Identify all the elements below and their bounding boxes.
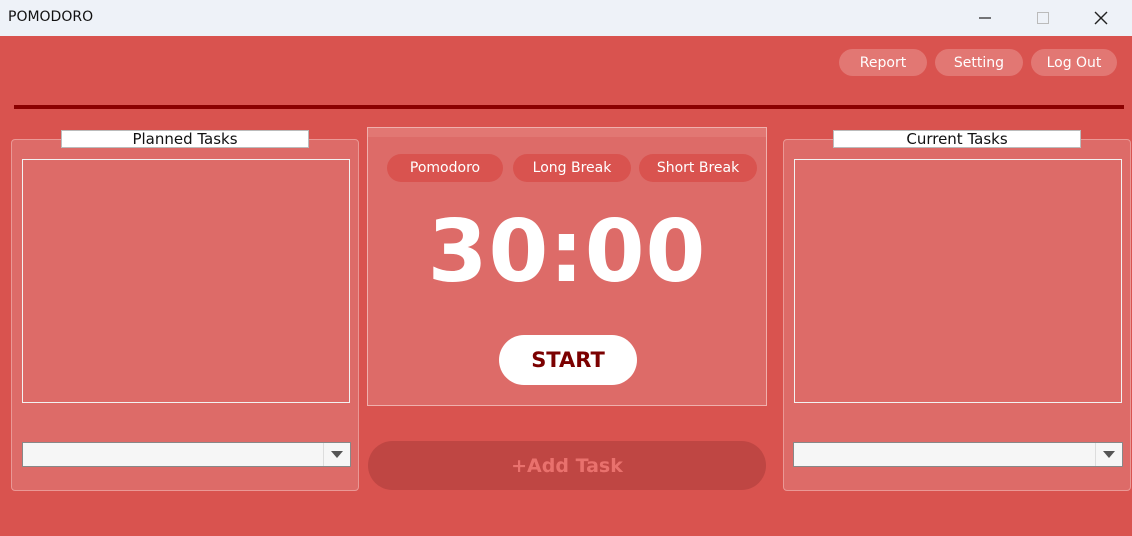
- close-button[interactable]: [1072, 0, 1130, 36]
- current-tasks-dropdown[interactable]: [793, 442, 1123, 467]
- chevron-down-icon: [1095, 443, 1122, 466]
- maximize-icon: [1037, 12, 1049, 24]
- planned-tasks-panel: [11, 139, 359, 491]
- window-title: POMODORO: [8, 9, 94, 25]
- planned-tasks-title: Planned Tasks: [61, 130, 309, 148]
- current-tasks-title: Current Tasks: [833, 130, 1081, 148]
- main-area: Report Setting Log Out Planned Tasks Cur…: [0, 36, 1132, 536]
- window-titlebar: POMODORO: [0, 0, 1132, 36]
- short-break-mode-button[interactable]: Short Break: [639, 154, 757, 182]
- long-break-mode-button[interactable]: Long Break: [513, 154, 631, 182]
- timer-display: 30:00: [427, 202, 707, 302]
- minimize-button[interactable]: [956, 0, 1014, 36]
- setting-button[interactable]: Setting: [935, 49, 1023, 76]
- pomodoro-mode-button[interactable]: Pomodoro: [387, 154, 503, 182]
- chevron-down-icon: [323, 443, 350, 466]
- current-tasks-list[interactable]: [794, 159, 1122, 403]
- planned-tasks-dropdown[interactable]: [22, 442, 351, 467]
- report-button[interactable]: Report: [839, 49, 927, 76]
- timer-panel-header-strip: [368, 128, 766, 137]
- current-tasks-panel: [783, 139, 1131, 491]
- maximize-button[interactable]: [1014, 0, 1072, 36]
- planned-tasks-list[interactable]: [22, 159, 350, 403]
- close-icon: [1094, 11, 1108, 25]
- start-button[interactable]: START: [499, 335, 637, 385]
- header-divider: [14, 105, 1124, 109]
- minimize-icon: [979, 17, 991, 19]
- logout-button[interactable]: Log Out: [1031, 49, 1117, 76]
- add-task-button[interactable]: +Add Task: [368, 441, 766, 490]
